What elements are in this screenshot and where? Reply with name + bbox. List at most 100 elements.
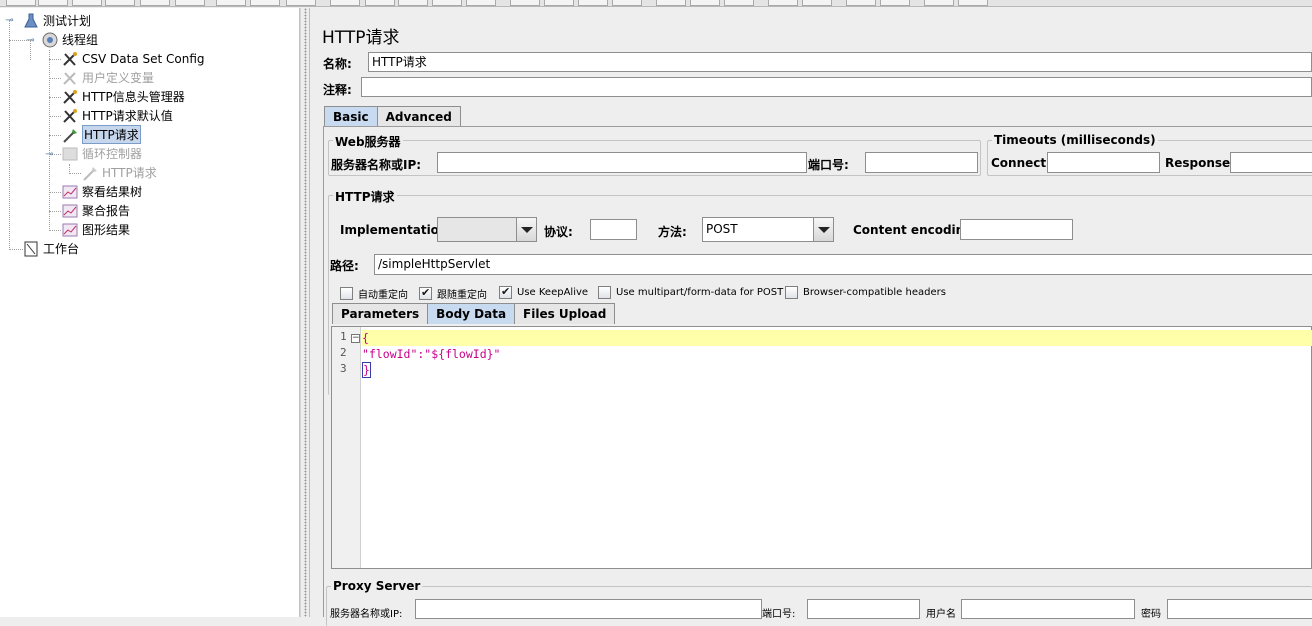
path-label: 路径: [330,259,359,273]
tree-node-request-defaults[interactable]: HTTP请求默认值 [61,106,173,125]
proxy-password-label: 密码 [1141,609,1161,620]
timeouts-group: Timeouts (milliseconds) Connect: Respons… [987,133,1312,176]
chevron-down-icon[interactable] [813,218,833,241]
toolbar-button[interactable] [398,0,428,6]
tree-node-http-request-nested[interactable]: HTTP请求 [81,163,157,182]
timeouts-title: Timeouts (milliseconds) [992,133,1158,147]
toolbar-button[interactable] [365,0,395,6]
tree-node-thread-group[interactable]: 线程组 [41,30,98,49]
protocol-label: 协议: [544,225,573,239]
toolbar-button[interactable] [38,0,68,6]
proxy-server-group: Proxy Server 服务器名称或IP: 端口号: 用户名 密码 [326,579,1312,626]
browser-headers-checkbox[interactable]: Browser-compatible headers [785,286,946,299]
tab-basic[interactable]: Basic [324,106,378,127]
tab-parameters[interactable]: Parameters [332,303,429,324]
toolbar-button[interactable] [802,0,832,6]
toolbar-button[interactable] [612,0,642,6]
tree-node-user-vars[interactable]: 用户定义变量 [61,68,154,87]
toolbar-button[interactable] [140,0,170,6]
server-name-label: 服务器名称或IP: [331,158,422,172]
toolbar-button[interactable] [466,0,496,6]
protocol-field[interactable] [590,219,637,240]
chevron-down-icon[interactable] [516,218,536,241]
wrench-icon [61,50,79,68]
http-request-panel: HTTP请求 名称: HTTP请求 注释: Basic Advanced Web… [311,8,1312,626]
tree-node-aggregate-report[interactable]: 聚合报告 [61,201,130,220]
proxy-user-field[interactable] [961,599,1135,619]
auto-redirect-checkbox[interactable]: 自动重定向 [340,286,408,301]
expand-toggle-icon[interactable]: ⊸ [26,36,35,46]
tree-node-graph-results[interactable]: 图形结果 [61,220,130,239]
tree-node-test-plan[interactable]: 测试计划 [22,11,91,30]
toolbar-button[interactable] [544,0,574,6]
code-line: { [362,330,1312,346]
response-timeout-field[interactable] [1230,152,1312,173]
comment-label: 注释: [323,83,352,97]
multipart-checkbox[interactable]: Use multipart/form-data for POST [598,286,783,299]
body-tabs: Parameters Body Data Files Upload [332,303,616,324]
tab-body-data[interactable]: Body Data [427,303,516,324]
proxy-port-field[interactable] [807,599,920,619]
tree-node-http-request[interactable]: HTTP请求 [61,125,141,144]
toolbar-button[interactable] [432,0,462,6]
tree-node-header-manager[interactable]: HTTP信息头管理器 [61,87,185,106]
proxy-password-field[interactable] [1167,599,1312,619]
toolbar-button[interactable] [330,0,360,6]
server-name-field[interactable] [437,152,807,173]
expand-toggle-icon[interactable]: ⊸ [45,150,54,160]
proxy-user-label: 用户名 [926,609,956,620]
path-field[interactable]: /simpleHttpServlet [374,254,1312,275]
response-label: Response: [1165,156,1235,170]
graph-icon [61,221,79,239]
toolbar-button[interactable] [880,0,910,6]
tab-advanced[interactable]: Advanced [376,106,461,127]
proxy-server-title: Proxy Server [331,579,423,593]
comment-field[interactable] [361,77,1312,97]
toolbar-button[interactable] [72,0,102,6]
name-field[interactable]: HTTP请求 [368,52,1312,72]
tree-node-results-tree[interactable]: 察看结果树 [61,182,142,201]
tree-node-workbench[interactable]: 工作台 [22,239,79,258]
line-number-gutter: 1 2 3 − [332,327,361,568]
gear-icon [41,31,59,49]
toolbar-button[interactable] [216,0,246,6]
toolbar-button[interactable] [175,0,205,6]
wrench-icon [61,88,79,106]
implementation-select[interactable] [437,217,537,242]
connect-timeout-field[interactable] [1047,152,1160,173]
toolbar-button[interactable] [105,0,135,6]
workbench-icon [22,240,40,258]
split-pane-divider[interactable] [300,8,310,617]
toolbar-button[interactable] [724,0,754,6]
toolbar-button[interactable] [656,0,686,6]
port-field[interactable] [865,152,978,173]
body-data-editor[interactable]: 1 2 3 − { "flowId":"${flowId}" } [331,326,1312,569]
proxy-server-label: 服务器名称或IP: [330,609,403,620]
tree-node-csv-config[interactable]: CSV Data Set Config [61,49,205,68]
toolbar-button[interactable] [768,0,798,6]
tab-files-upload[interactable]: Files Upload [514,303,616,324]
method-select[interactable]: POST [702,217,834,242]
toolbar-button[interactable] [510,0,540,6]
proxy-port-label: 端口号: [762,609,796,620]
follow-redirects-checkbox[interactable]: 跟随重定向 [419,286,487,301]
loop-controller-icon [61,145,79,163]
toolbar-button[interactable] [250,0,280,6]
web-server-group: Web服务器 服务器名称或IP: 端口号: [328,133,981,176]
toolbar-button[interactable] [958,0,988,6]
toolbar-button[interactable] [6,0,36,6]
pipette-icon [81,164,99,182]
toolbar-button[interactable] [690,0,720,6]
keepalive-checkbox[interactable]: Use KeepAlive [499,285,588,299]
content-encoding-label: Content encoding: [853,223,978,237]
toolbar-button[interactable] [578,0,608,6]
tree-node-loop-controller[interactable]: 循环控制器 [61,144,142,163]
fold-collapse-icon[interactable]: − [351,334,360,343]
toolbar-button[interactable] [846,0,876,6]
proxy-server-field[interactable] [415,599,762,619]
toolbar-button[interactable] [924,0,954,6]
toolbar-button[interactable] [286,0,316,6]
pipette-icon [61,126,79,144]
expand-toggle-icon[interactable]: ⊸ [5,16,14,26]
content-encoding-field[interactable] [960,219,1073,240]
